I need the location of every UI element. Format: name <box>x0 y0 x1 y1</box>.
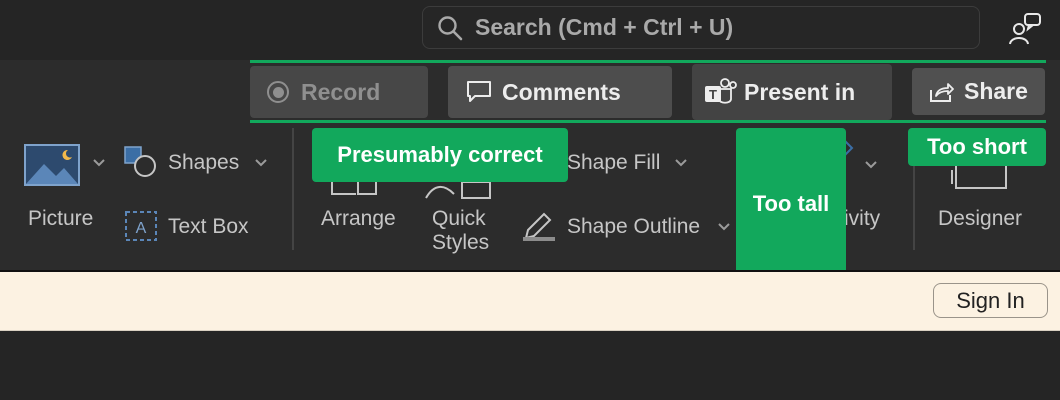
record-button[interactable]: Record <box>250 66 428 118</box>
comment-icon <box>467 81 491 102</box>
share-icon <box>930 82 954 102</box>
shape-outline-icon[interactable] <box>522 210 556 242</box>
chevron-down-icon[interactable] <box>254 158 268 168</box>
annotation-too-tall: Too tall <box>736 128 846 279</box>
chevron-down-icon[interactable] <box>717 222 731 232</box>
shapes-label[interactable]: Shapes <box>168 151 239 175</box>
shapes-icon[interactable] <box>124 146 158 178</box>
annotation-presumably-correct-text: Presumably correct <box>337 142 543 167</box>
designer-label[interactable]: Designer <box>938 207 1022 231</box>
quick-styles-line2[interactable]: Styles <box>432 231 489 255</box>
highlight-line-bottom <box>250 120 1046 123</box>
chevron-down-icon[interactable] <box>864 160 878 170</box>
chevron-down-icon[interactable] <box>674 158 688 168</box>
quick-styles-line1[interactable]: Quick <box>432 207 486 231</box>
chevron-down-icon[interactable] <box>92 158 106 168</box>
record-label: Record <box>301 78 381 105</box>
search-placeholder: Search (Cmd + Ctrl + U) <box>475 14 734 40</box>
search-icon <box>438 15 463 40</box>
annotation-too-short-text: Too short <box>927 134 1027 159</box>
sign-in-banner <box>0 270 1060 331</box>
document-area <box>0 331 1060 400</box>
creativity-label[interactable]: ivity <box>844 207 880 231</box>
teams-icon: T <box>704 77 738 107</box>
present-in-teams-button[interactable]: T Present in <box>692 64 892 120</box>
share-label: Share <box>964 78 1028 104</box>
arrange-label[interactable]: Arrange <box>321 207 396 231</box>
annotation-presumably-correct: Presumably correct <box>312 128 568 182</box>
sign-in-label: Sign In <box>956 287 1025 313</box>
shape-fill-label[interactable]: Shape Fill <box>567 151 660 175</box>
search-box[interactable]: Search (Cmd + Ctrl + U) <box>422 6 980 49</box>
text-box-icon[interactable]: A <box>124 210 158 242</box>
sign-in-button[interactable]: Sign In <box>933 283 1048 318</box>
annotation-too-tall-text: Too tall <box>752 190 830 216</box>
present-label: Present in <box>744 78 856 105</box>
comments-button[interactable]: Comments <box>448 66 672 118</box>
annotation-too-short: Too short <box>908 128 1046 166</box>
svg-text:T: T <box>709 87 717 102</box>
picture-icon[interactable] <box>24 144 82 188</box>
picture-label: Picture <box>28 207 94 230</box>
ribbon-divider <box>292 128 294 250</box>
designer-icon[interactable] <box>950 162 1014 190</box>
shape-outline-label[interactable]: Shape Outline <box>567 215 700 239</box>
text-box-label[interactable]: Text Box <box>168 215 249 239</box>
record-icon <box>267 81 289 103</box>
share-button[interactable]: Share <box>912 68 1045 115</box>
feedback-icon[interactable] <box>1008 12 1042 46</box>
comments-label: Comments <box>502 78 621 105</box>
svg-text:A: A <box>136 220 147 237</box>
quick-styles-icon[interactable] <box>424 180 494 200</box>
highlight-line-top <box>250 60 1046 63</box>
